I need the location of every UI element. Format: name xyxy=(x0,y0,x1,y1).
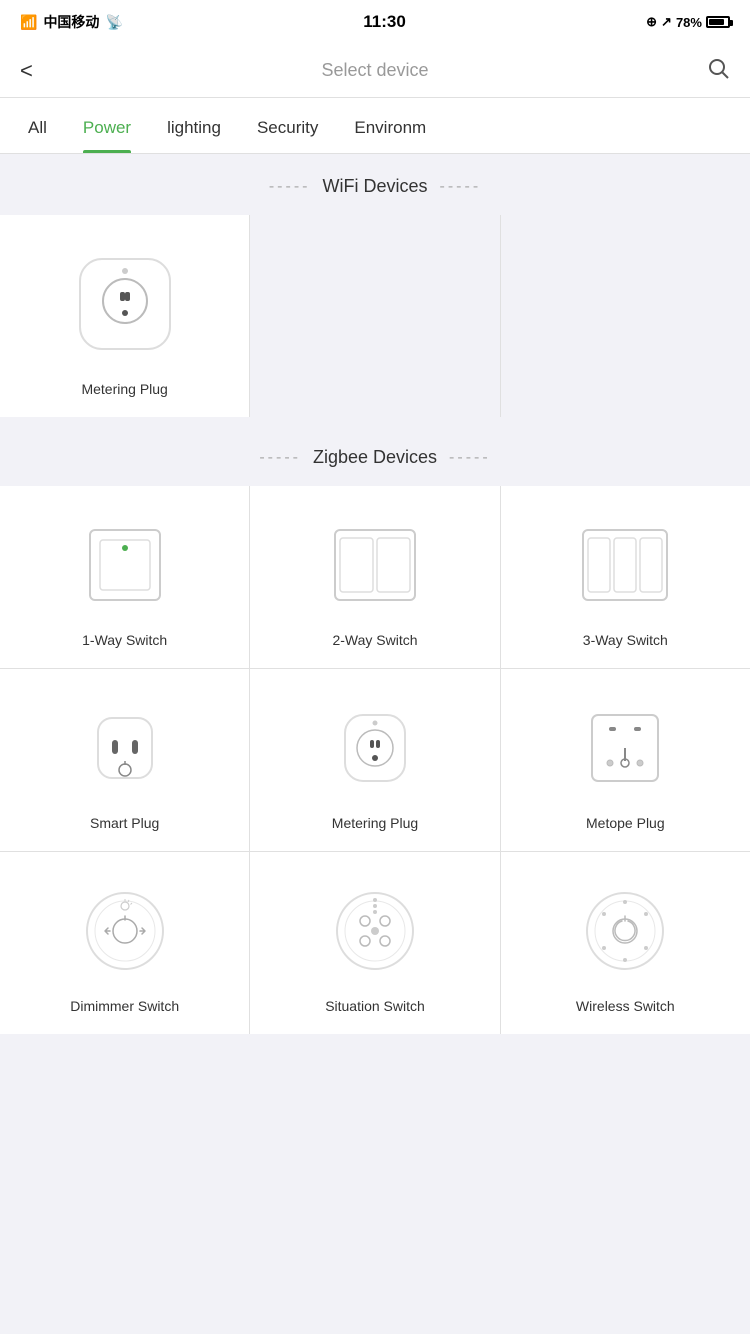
icon-wrap-1way xyxy=(70,510,180,620)
tab-lighting[interactable]: lighting xyxy=(149,103,239,153)
metope-plug-icon xyxy=(580,703,670,793)
icon-wrap-metope-plug xyxy=(570,693,680,803)
location-icon: ⊕ xyxy=(646,14,657,30)
device-label-2way: 2-Way Switch xyxy=(332,632,417,648)
device-smart-plug[interactable]: Smart Plug xyxy=(0,669,249,851)
device-label-3way: 3-Way Switch xyxy=(583,632,668,648)
signal-icon: 📶 xyxy=(20,14,37,31)
device-2way-switch[interactable]: 2-Way Switch xyxy=(250,486,499,668)
device-label: Metering Plug xyxy=(81,381,167,397)
search-button[interactable] xyxy=(690,56,730,86)
status-left: 📶 中国移动 📡 xyxy=(20,12,123,32)
wifi-devices-grid: Metering Plug xyxy=(0,215,750,417)
wifi-section: ----- WiFi Devices ----- xyxy=(0,154,750,425)
tab-security[interactable]: Security xyxy=(239,103,336,153)
wireless-switch-icon xyxy=(580,886,670,976)
wifi-section-header: ----- WiFi Devices ----- xyxy=(0,154,750,215)
icon-wrap-3way xyxy=(570,510,680,620)
empty-cell-2 xyxy=(501,215,750,417)
device-wireless-switch[interactable]: Wireless Switch xyxy=(501,852,750,1034)
icon-wrap-smart-plug xyxy=(70,693,180,803)
device-dimmer-switch[interactable]: Dimimmer Switch xyxy=(0,852,249,1034)
device-label-situation: Situation Switch xyxy=(325,998,425,1014)
device-metering-plug-wifi[interactable]: Metering Plug xyxy=(0,215,249,417)
zigbee-section-header: ----- Zigbee Devices ----- xyxy=(0,425,750,486)
wifi-icon: 📡 xyxy=(105,14,122,31)
back-button[interactable]: < xyxy=(20,58,60,84)
tab-environment[interactable]: Environm xyxy=(336,103,444,153)
gps-icon: ↗ xyxy=(661,14,672,30)
carrier-name: 中国移动 xyxy=(43,12,99,32)
category-tabs: All Power lighting Security Environm xyxy=(0,98,750,154)
device-label-wireless: Wireless Switch xyxy=(576,998,675,1014)
device-metope-plug[interactable]: Metope Plug xyxy=(501,669,750,851)
battery-percent: 78% xyxy=(676,15,702,30)
device-3way-switch[interactable]: 3-Way Switch xyxy=(501,486,750,668)
zigbee-dashes-left: ----- xyxy=(259,449,301,467)
tab-power[interactable]: Power xyxy=(65,103,149,153)
nav-title: Select device xyxy=(60,60,690,81)
smart-plug-icon xyxy=(80,703,170,793)
empty-cell-1 xyxy=(250,215,499,417)
nav-bar: < Select device xyxy=(0,44,750,98)
dimmer-switch-icon xyxy=(80,886,170,976)
device-label-smart-plug: Smart Plug xyxy=(90,815,159,831)
icon-wrap-situation xyxy=(320,876,430,986)
metering-plug-zb-icon xyxy=(330,703,420,793)
device-label-metering-plug-zb: Metering Plug xyxy=(332,815,418,831)
device-situation-switch[interactable]: Situation Switch xyxy=(250,852,499,1034)
2way-switch-icon xyxy=(330,520,420,610)
icon-wrap-wireless xyxy=(570,876,680,986)
tab-all[interactable]: All xyxy=(10,103,65,153)
icon-wrap-metering-plug-zb xyxy=(320,693,430,803)
wifi-dashes-right: ----- xyxy=(440,178,482,196)
device-metering-plug-zb[interactable]: Metering Plug xyxy=(250,669,499,851)
zigbee-section: ----- Zigbee Devices ----- 1-Way Switch xyxy=(0,425,750,1034)
1way-switch-icon xyxy=(80,520,170,610)
wifi-dashes-left: ----- xyxy=(269,178,311,196)
battery-icon xyxy=(706,16,730,28)
situation-switch-icon xyxy=(330,886,420,976)
wifi-section-title: WiFi Devices xyxy=(322,176,427,197)
device-label-1way: 1-Way Switch xyxy=(82,632,167,648)
zigbee-devices-grid: 1-Way Switch 2-Way Switch xyxy=(0,486,750,1034)
device-label-metope-plug: Metope Plug xyxy=(586,815,665,831)
device-label-dimmer: Dimimmer Switch xyxy=(70,998,179,1014)
metering-plug-wifi-icon xyxy=(70,249,180,359)
status-right: ⊕ ↗ 78% xyxy=(646,14,730,30)
status-bar: 📶 中国移动 📡 11:30 ⊕ ↗ 78% xyxy=(0,0,750,44)
3way-switch-icon xyxy=(580,520,670,610)
status-time: 11:30 xyxy=(363,12,406,32)
device-1way-switch[interactable]: 1-Way Switch xyxy=(0,486,249,668)
zigbee-dashes-right: ----- xyxy=(449,449,491,467)
zigbee-section-title: Zigbee Devices xyxy=(313,447,437,468)
icon-wrap-2way xyxy=(320,510,430,620)
icon-wrap-dimmer xyxy=(70,876,180,986)
device-icon-wrap xyxy=(60,239,190,369)
